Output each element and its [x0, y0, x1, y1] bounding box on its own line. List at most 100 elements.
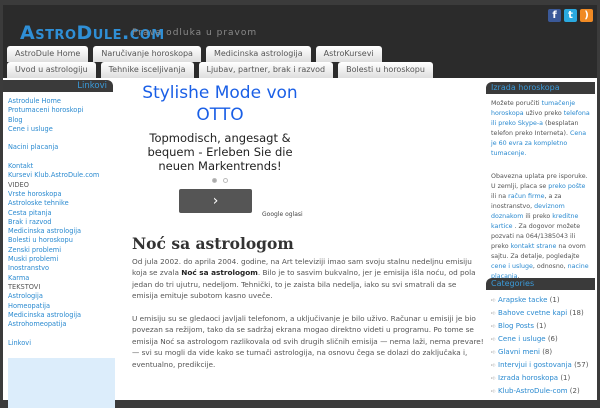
sidebar-link[interactable]: Blog: [8, 116, 113, 125]
right-sidebar-title: Izrada horoskopa: [486, 82, 595, 94]
post-paragraph: Od jula 2002. do aprila 2004. godine, na…: [132, 256, 484, 302]
sidebar-link[interactable]: Homeopatija: [8, 302, 113, 311]
info-text: ili preko: [523, 213, 553, 220]
google-ads-label[interactable]: Google oglasi: [262, 211, 303, 218]
category-count: (1): [560, 374, 571, 382]
pager-dot-active[interactable]: [212, 178, 217, 183]
category-link[interactable]: Glavni meni: [498, 348, 540, 356]
sidebar-link[interactable]: Bolesti u horoskopu: [8, 236, 113, 245]
category-link[interactable]: Intervjui i gostovanja: [498, 361, 572, 369]
sidebar-link[interactable]: Vrste horoskopa: [8, 190, 113, 199]
info-link[interactable]: račun firme: [508, 193, 544, 200]
site-tagline: Prava odluka u pravom: [132, 28, 258, 38]
categories-title: Categories: [486, 278, 595, 290]
ad-text: Topmodisch, angesagt & bequem - Erleben …: [147, 131, 293, 173]
categories-list: ➪ Arapske tacke (1) ➪ Bahove cvetne kapi (1…: [486, 290, 595, 398]
info-text: , odnosno,: [532, 263, 568, 270]
category-item: ➪ Izrada horoskopa (1): [491, 372, 595, 385]
category-link[interactable]: Arapske tacke: [498, 296, 547, 304]
sidebar-link[interactable]: Kursevi Klub.AstroDule.com: [8, 171, 113, 180]
category-item: ➪ Blog Posts (1): [491, 320, 595, 333]
sidebar-link[interactable]: Astrohomeopatija: [8, 320, 113, 329]
arrow-icon: ➪: [491, 323, 497, 330]
nav-tab[interactable]: Bolesti u horoskopu: [338, 62, 433, 78]
social-icons: f t): [548, 9, 593, 22]
category-count: (1): [549, 296, 560, 304]
nav-tab[interactable]: AstroKursevi: [315, 46, 382, 62]
sidebar-link[interactable]: Brak i razvod: [8, 218, 113, 227]
links-list: Astrodule Home Protumaceni horoskopi Blog C…: [3, 92, 113, 348]
info-text: ili na: [491, 193, 509, 200]
main-nav: AstroDule Home Naručivanje horoskopa Medic…: [7, 46, 447, 78]
sidebar-link[interactable]: Cene i usluge: [8, 125, 113, 134]
bold-text: Noć sa astrologom: [181, 268, 258, 278]
nav-tab[interactable]: Naručivanje horoskopa: [93, 46, 201, 62]
order-info: Možete poručiti tumačenje horoskopa uživ…: [486, 94, 595, 159]
category-item: ➪ Klub-AstroDule-com (2): [491, 385, 595, 398]
arrow-icon: ➪: [491, 362, 497, 369]
ad-banner[interactable]: Stylishe Mode von OTTO Topmodisch, anges…: [130, 82, 310, 213]
sidebar-link[interactable]: Linkovi: [8, 339, 113, 348]
category-count: (2): [569, 387, 580, 395]
arrow-icon: ➪: [491, 297, 497, 304]
sidebar-link[interactable]: Protumaceni horoskopi: [8, 106, 113, 115]
nav-tab[interactable]: Tehnike isceljivanja: [100, 62, 194, 78]
category-link[interactable]: Klub-AstroDule-com: [498, 387, 568, 395]
ad-next-button[interactable]: ›: [179, 189, 252, 213]
payment-info: Obavezna uplata pre isporuke. U zemlji, …: [486, 167, 595, 282]
twitter-icon[interactable]: t: [564, 9, 577, 22]
arrow-icon: ➪: [491, 375, 497, 382]
facebook-icon[interactable]: f: [548, 9, 561, 22]
sidebar-link[interactable]: Karma: [8, 274, 113, 283]
category-item: ➪ Cene i usluge (6): [491, 333, 595, 346]
sidebar-link[interactable]: Cesta pitanja: [8, 209, 113, 218]
sidebar-link[interactable]: Astrodule Home: [8, 97, 113, 106]
sidebar-widget-box: [8, 358, 115, 408]
pager-dot[interactable]: [223, 178, 228, 183]
arrow-icon: ➪: [491, 310, 497, 317]
category-item: ➪ Bahove cvetne kapi (18): [491, 307, 595, 320]
categories-widget: Categories ➪ Arapske tacke (1) ➪ Bahove cve…: [486, 278, 595, 398]
sidebar-link[interactable]: Medicinska astrologija: [8, 311, 113, 320]
nav-tab[interactable]: Uvod u astrologiju: [7, 62, 96, 78]
category-link[interactable]: Cene i usluge: [498, 335, 546, 343]
category-link[interactable]: Bahove cvetne kapi: [498, 309, 567, 317]
category-count: (57): [574, 361, 589, 369]
sidebar-link[interactable]: Muski problemi: [8, 255, 113, 264]
rss-icon[interactable]: ): [580, 9, 593, 22]
info-link[interactable]: preko pošte: [548, 183, 585, 190]
sidebar-link[interactable]: Kontakt: [8, 162, 113, 171]
sidebar-link[interactable]: Medicinska astrologija: [8, 227, 113, 236]
category-link[interactable]: Blog Posts: [498, 322, 534, 330]
sidebar-link[interactable]: Astrologija: [8, 292, 113, 301]
arrow-icon: ➪: [491, 336, 497, 343]
category-item: ➪ Arapske tacke (1): [491, 294, 595, 307]
nav-tab[interactable]: Medicinska astrologija: [205, 46, 311, 62]
info-text: uživo preko: [523, 110, 564, 117]
arrow-icon: ➪: [491, 388, 497, 395]
sidebar-link[interactable]: Nacini placanja: [8, 143, 113, 152]
arrow-icon: ➪: [491, 349, 497, 356]
info-text: Možete poručiti: [491, 100, 542, 107]
post-body: Od jula 2002. do aprila 2004. godine, na…: [132, 256, 484, 381]
category-count: (6): [547, 335, 558, 343]
nav-tab[interactable]: AstroDule Home: [7, 46, 89, 62]
category-count: (1): [536, 322, 547, 330]
post-paragraph: U emisiju su se gledaoci javljali telefo…: [132, 314, 484, 369]
sidebar-link[interactable]: Inostranstvo: [8, 264, 113, 273]
category-item: ➪ Intervjui i gostovanja (57): [491, 359, 595, 372]
sidebar-link[interactable]: Zenski problemi: [8, 246, 113, 255]
left-sidebar: Linkovi Astrodule Home Protumaceni horosk…: [3, 80, 115, 408]
sidebar-link[interactable]: Astroloske tehnike: [8, 199, 113, 208]
info-link[interactable]: cene i usluge: [491, 263, 533, 270]
info-link[interactable]: kontakt strane: [511, 243, 557, 250]
left-sidebar-title: Linkovi: [3, 80, 113, 92]
category-link[interactable]: Izrada horoskopa: [498, 374, 558, 382]
nav-tab[interactable]: Ljubav, partner, brak i razvod: [198, 62, 334, 78]
ad-title[interactable]: Stylishe Mode von OTTO: [130, 82, 310, 126]
post-title: Noć sa astrologom: [132, 234, 294, 253]
category-item: ➪ Glavni meni (8): [491, 346, 595, 359]
